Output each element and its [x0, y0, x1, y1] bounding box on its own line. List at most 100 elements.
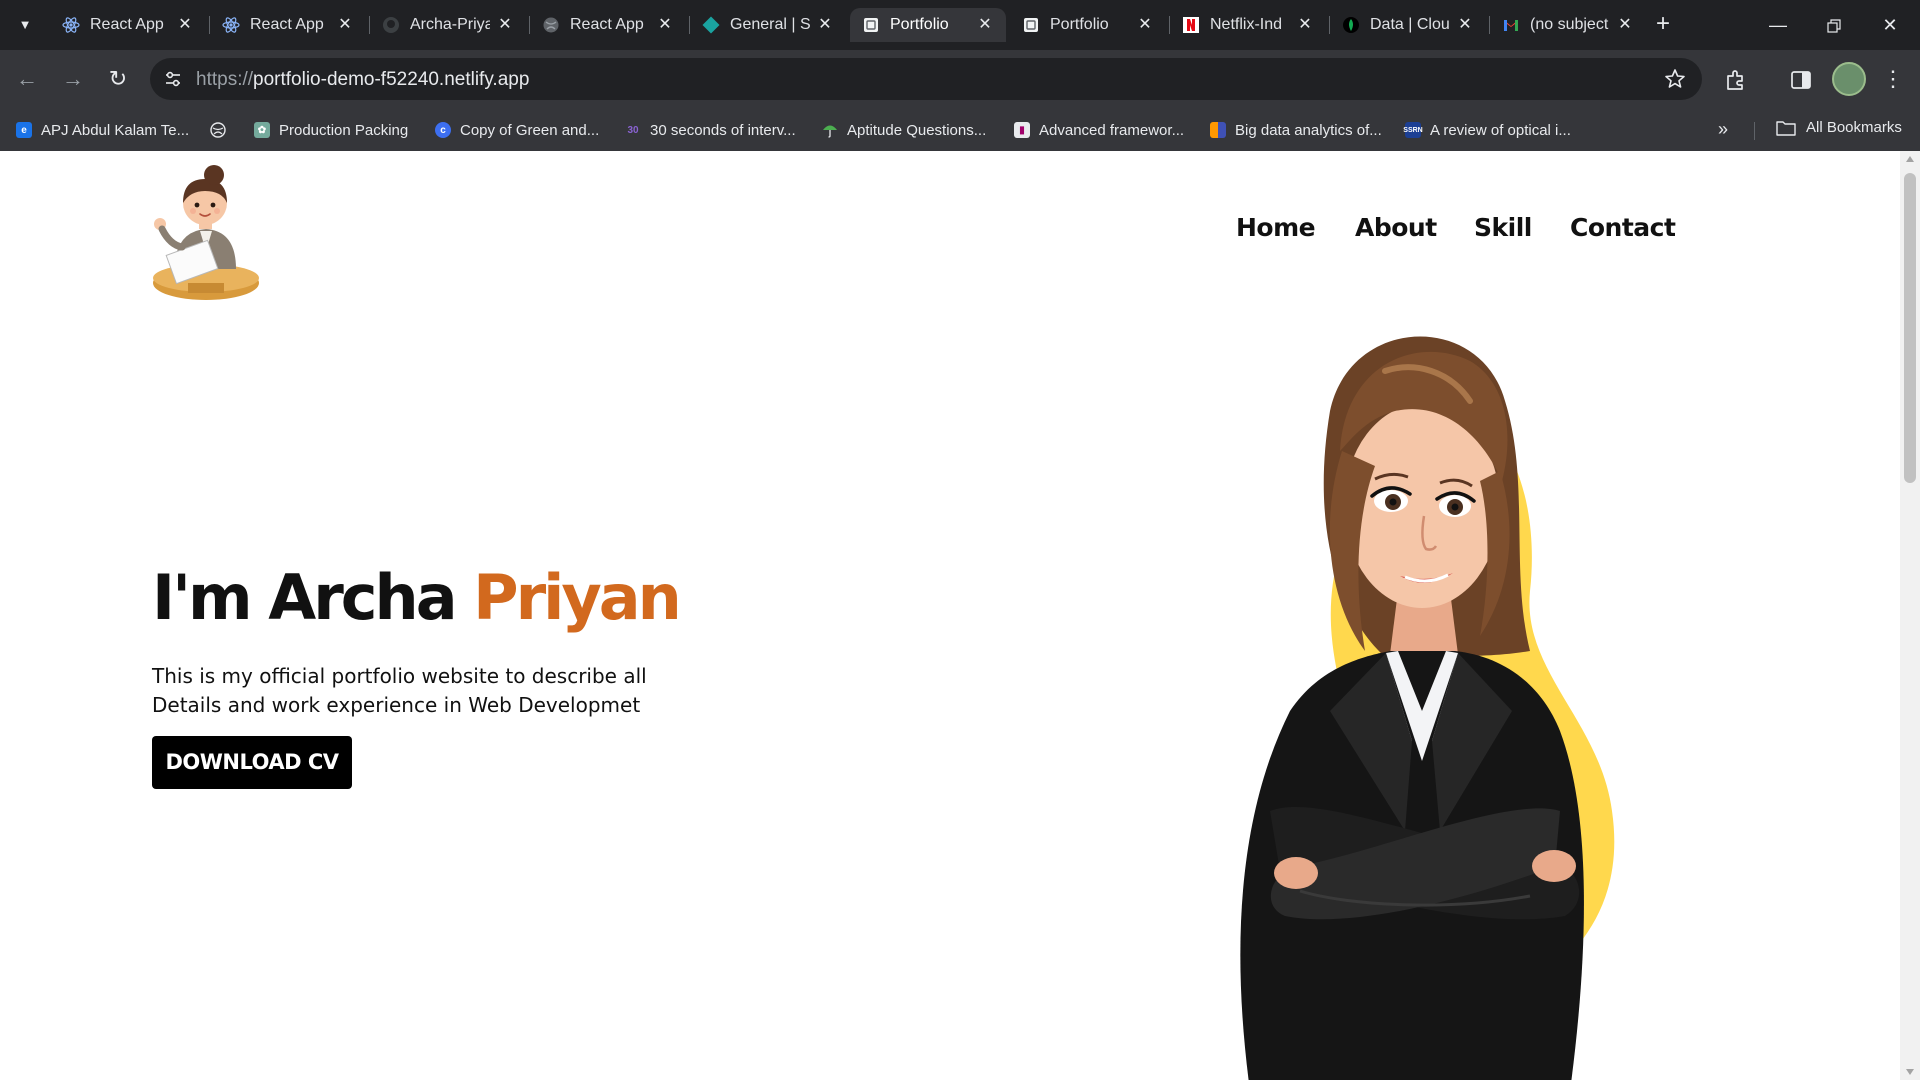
tab-data-cloud[interactable]: Data | Clou ✕	[1330, 8, 1486, 42]
more-bookmarks-chevron-icon[interactable]: »	[1718, 119, 1728, 140]
gmail-icon	[1502, 16, 1520, 34]
github-icon	[382, 16, 400, 34]
nav-contact[interactable]: Contact	[1570, 213, 1676, 242]
hero-illustration	[1240, 336, 1615, 1080]
profile-avatar[interactable]	[1832, 62, 1866, 96]
nav-about[interactable]: About	[1355, 213, 1437, 242]
page-icon	[862, 16, 880, 34]
bookmark-item[interactable]: Big data analytics of...	[1210, 119, 1382, 141]
tab-close-icon[interactable]: ✕	[1616, 16, 1634, 34]
bookmark-label: Advanced framewor...	[1039, 121, 1185, 139]
tab-strip: ▼ React App ✕ React App ✕ Archa-Priyan ✕…	[0, 0, 1920, 50]
30s-icon: 30	[627, 124, 639, 136]
umbrella-icon	[822, 122, 838, 138]
react-icon	[222, 16, 240, 34]
bookmark-item[interactable]	[210, 119, 235, 141]
bookmark-star-icon[interactable]	[1662, 66, 1688, 92]
tab-react-app-2[interactable]: React App ✕	[210, 8, 366, 42]
minimize-button[interactable]: —	[1750, 0, 1806, 50]
bookmark-label: APJ Abdul Kalam Te...	[41, 121, 190, 139]
react-icon	[62, 16, 80, 34]
bookmark-label: Big data analytics of...	[1235, 121, 1382, 139]
tab-title: Portfolio	[1050, 16, 1109, 33]
extensions-icon[interactable]	[1723, 67, 1749, 93]
restore-button[interactable]	[1806, 0, 1862, 50]
bookmark-item[interactable]: SSRN A review of optical i...	[1403, 119, 1571, 141]
url-host: portfolio-demo-f52240.netlify.app	[253, 69, 530, 90]
tab-title: Data | Clou	[1370, 16, 1450, 33]
tab-close-icon[interactable]: ✕	[496, 16, 514, 34]
hero-description: This is my official portfolio website to…	[152, 664, 647, 717]
tab-close-icon[interactable]: ✕	[1136, 16, 1154, 34]
download-cv-button[interactable]: DOWNLOAD CV	[152, 736, 352, 789]
tab-portfolio[interactable]: Portfolio ✕	[1010, 8, 1166, 42]
browser-menu-button[interactable]: ⋮	[1882, 64, 1904, 94]
side-panel-icon[interactable]	[1788, 67, 1814, 93]
tab-netflix[interactable]: Netflix-Ind ✕	[1170, 8, 1326, 42]
back-button[interactable]: ←	[12, 64, 42, 94]
page-icon	[1022, 16, 1040, 34]
leaf-icon	[1342, 16, 1360, 34]
canva-icon: c	[435, 122, 451, 138]
close-window-button[interactable]: ✕	[1862, 0, 1918, 50]
tab-close-icon[interactable]: ✕	[176, 16, 194, 34]
tab-general[interactable]: General | S ✕	[690, 8, 846, 42]
tab-title: General | S	[730, 16, 810, 33]
nav-home[interactable]: Home	[1236, 213, 1316, 242]
new-tab-button[interactable]: +	[1650, 12, 1676, 38]
forward-button[interactable]: →	[58, 64, 88, 94]
page-viewport: Home About Skill Contact I'm Archa Priya…	[0, 151, 1900, 1080]
bookmark-item[interactable]: 30 30 seconds of interv...	[625, 119, 795, 141]
hero-title: I'm Archa Priyan	[152, 561, 682, 634]
tab-close-icon[interactable]: ✕	[336, 16, 354, 34]
site-logo[interactable]	[148, 161, 266, 309]
tab-github[interactable]: Archa-Priyan ✕	[370, 8, 526, 42]
bookmarks-bar: e APJ Abdul Kalam Te... ✿ Production Pac…	[0, 108, 1920, 152]
tab-close-icon[interactable]: ✕	[656, 16, 674, 34]
tab-portfolio-active[interactable]: Portfolio ✕	[850, 8, 1006, 42]
url-scheme: https://	[196, 69, 254, 90]
nav-skill[interactable]: Skill	[1474, 213, 1532, 242]
scroll-down-arrow-icon[interactable]	[1906, 1069, 1914, 1075]
netflix-icon	[1182, 16, 1200, 34]
bookmark-item[interactable]: c Copy of Green and...	[435, 119, 599, 141]
tab-close-icon[interactable]: ✕	[1456, 16, 1474, 34]
doc-icon	[1210, 122, 1226, 138]
bookmark-item[interactable]: ✿ Production Packing	[254, 119, 408, 141]
tab-title: Netflix-Ind	[1210, 16, 1283, 33]
tab-gmail[interactable]: (no subject ✕	[1490, 8, 1646, 42]
bar-icon: ▮	[1014, 122, 1030, 138]
site-info-icon[interactable]	[160, 66, 186, 92]
scroll-up-arrow-icon[interactable]	[1906, 156, 1914, 162]
page-scrollbar[interactable]	[1900, 151, 1920, 1080]
tab-close-icon[interactable]: ✕	[816, 16, 834, 34]
hero-title-accent: Priyan	[473, 561, 682, 634]
tab-react-app-1[interactable]: React App ✕	[50, 8, 206, 42]
diamond-icon	[702, 16, 720, 34]
url-text[interactable]: https://portfolio-demo-f52240.netlify.ap…	[196, 69, 529, 91]
bookmark-label: A review of optical i...	[1430, 121, 1571, 139]
scrollbar-thumb[interactable]	[1904, 173, 1916, 483]
globe-icon	[542, 16, 560, 34]
tab-close-icon[interactable]: ✕	[976, 16, 994, 34]
ssrn-icon: SSRN	[1403, 122, 1423, 138]
openai-icon: ✿	[254, 122, 270, 138]
tab-title: (no subject	[1530, 16, 1609, 33]
bookmark-item[interactable]: e APJ Abdul Kalam Te...	[16, 119, 189, 141]
globe-icon	[210, 122, 226, 138]
bookmark-label: Copy of Green and...	[460, 121, 600, 139]
hero-title-main: I'm Archa	[152, 561, 474, 634]
tab-title: React App	[90, 16, 164, 33]
bookmark-label: Aptitude Questions...	[847, 121, 987, 139]
all-bookmarks-button[interactable]: All Bookmarks	[1776, 119, 1902, 136]
tab-title: React App	[570, 16, 644, 33]
tab-title: Archa-Priyan	[410, 16, 490, 33]
address-bar[interactable]: https://portfolio-demo-f52240.netlify.ap…	[150, 58, 1702, 100]
tab-search-button[interactable]: ▼	[12, 12, 38, 38]
tab-close-icon[interactable]: ✕	[1296, 16, 1314, 34]
bookmark-item[interactable]: ▮ Advanced framewor...	[1014, 119, 1184, 141]
bookmark-item[interactable]: Aptitude Questions...	[822, 119, 986, 141]
reload-button[interactable]: ↻	[103, 64, 133, 94]
tab-react-app-3[interactable]: React App ✕	[530, 8, 686, 42]
bookmarks-divider	[1754, 122, 1755, 140]
